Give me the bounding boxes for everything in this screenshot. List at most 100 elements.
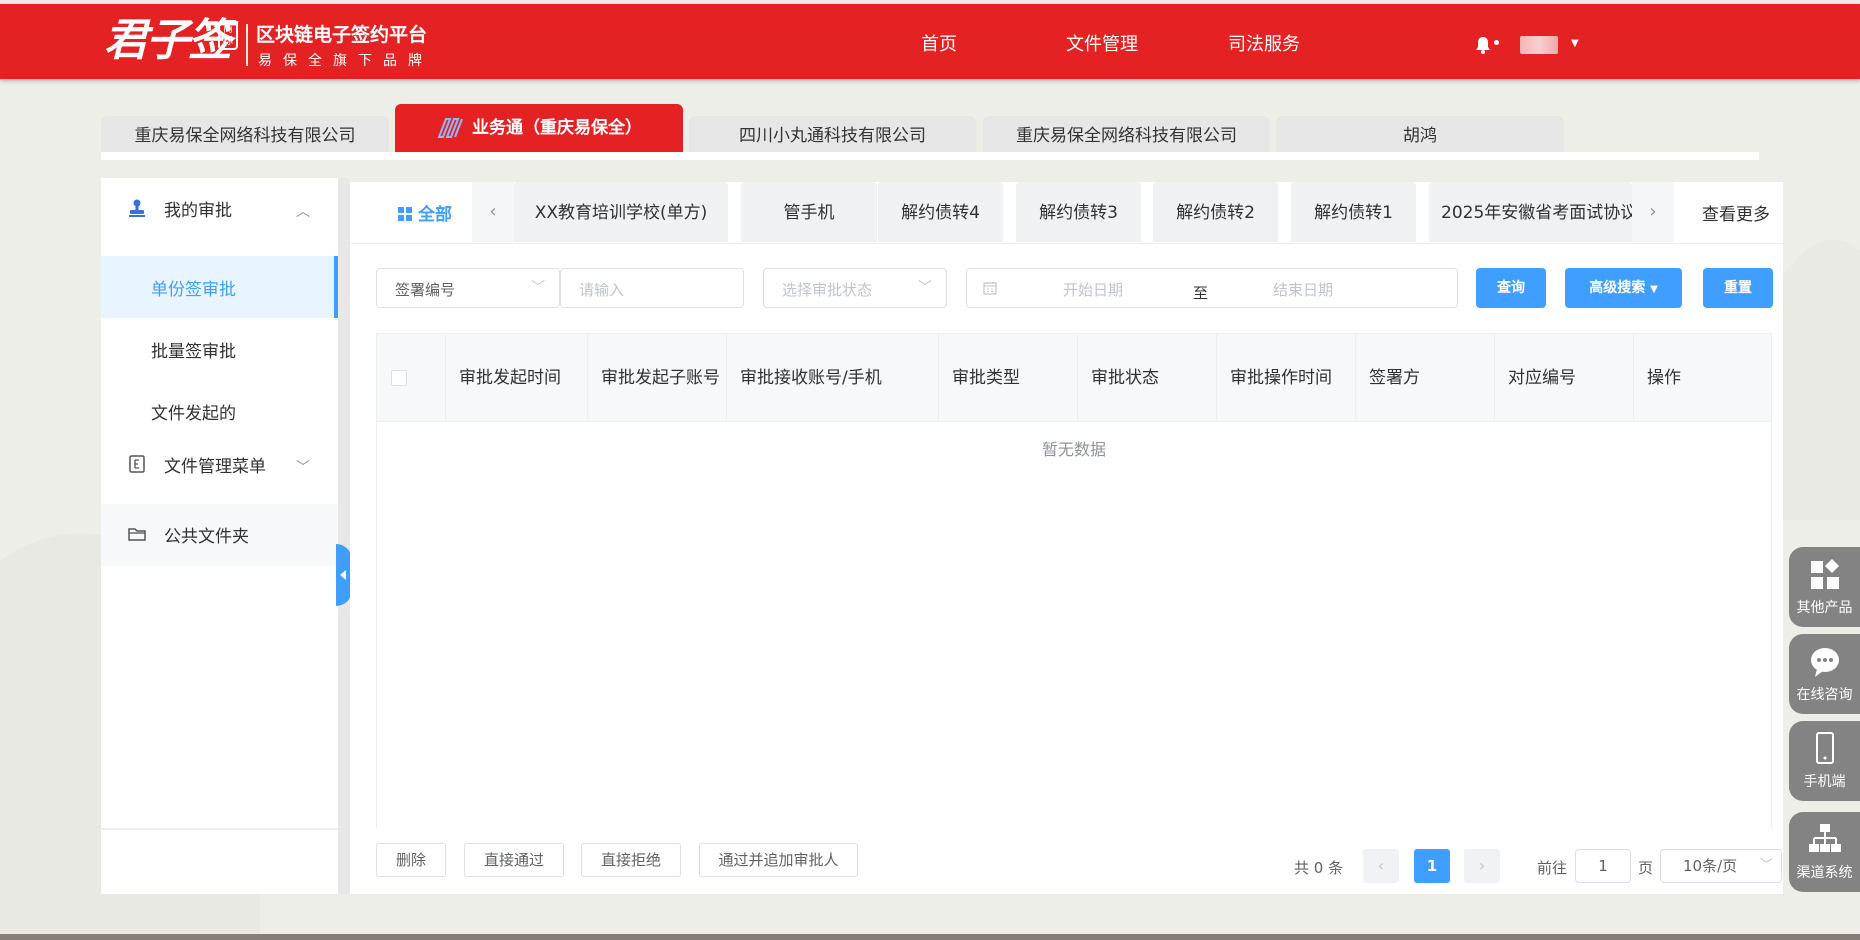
end-date-input[interactable]: 结束日期 [1273,279,1333,300]
chevron-down-icon: ﹀ [1759,858,1773,873]
user-avatar[interactable] [1520,36,1558,54]
brand-subtitle: 易保全旗下品牌 [258,53,433,69]
chevron-down-icon: ﹀ [296,460,310,476]
menu-public-folder[interactable]: 公共文件夹 [101,504,338,566]
column-header[interactable]: 审批发起子账号 [588,334,727,422]
sidebar-bottom-divider [101,828,338,830]
caret-down-icon: ▼ [1650,284,1658,295]
column-header[interactable]: 审批发起时间 [446,334,588,422]
reject-button[interactable]: 直接拒绝 [581,843,681,877]
grid-icon [398,207,412,221]
chevron-down-icon: ﹀ [531,280,545,296]
category-prev-arrow-icon[interactable]: ‹ [472,182,514,242]
goto-label: 前往 [1537,859,1568,877]
approve-button[interactable]: 直接通过 [464,843,564,877]
column-header[interactable]: 操作 [1634,334,1771,422]
tabs-underline [101,152,1759,160]
menu-file-management-label: 文件管理菜单 [164,457,266,477]
bottom-strip [0,934,1860,940]
apps-icon [1811,559,1839,589]
online-consult-button[interactable]: 在线咨询 [1789,634,1860,714]
nav-file-management[interactable]: 文件管理 [1066,30,1138,56]
select-all-checkbox[interactable] [391,370,407,386]
network-icon [1809,824,1841,852]
yewutong-logo-icon [437,118,463,138]
prev-page-chevron-icon[interactable]: ‹ [1363,849,1399,883]
date-range-picker[interactable]: 开始日期 至 结束日期 [966,268,1458,308]
bell-icon[interactable] [1473,35,1493,55]
page-number-current[interactable]: 1 [1414,849,1450,883]
column-header[interactable]: 审批类型 [939,334,1078,422]
company-tab-4[interactable]: 重庆易保全网络科技有限公司 [983,116,1270,152]
stamp-icon [129,199,145,217]
column-header[interactable]: 审批接收账号/手机 [727,334,939,422]
menu-file-management[interactable]: 文件管理菜单 ﹀ [101,434,338,496]
user-menu-caret-icon[interactable]: ▼ [1571,38,1579,49]
category-chip[interactable]: 解约债转1 [1291,182,1416,242]
brand-seal: 商标 [218,20,238,50]
category-chip[interactable]: 解约债转4 [878,182,1003,242]
category-all[interactable]: 全部 [398,200,452,225]
menu-my-approvals[interactable]: 我的审批 ︿ [101,178,338,240]
notification-dot [1494,40,1499,45]
folder-icon [128,528,146,541]
table-footer [350,828,1783,894]
total-count: 共 0 条 [1294,859,1344,877]
field-type-select[interactable]: 签署编号 ﹀ [376,268,560,308]
select-all-cell [377,334,446,422]
category-chip[interactable]: XX教育培训学校(单方) [514,182,728,242]
mobile-icon [1816,732,1834,764]
column-header[interactable]: 审批状态 [1078,334,1217,422]
keyword-input[interactable]: 请输入 [560,268,744,308]
chevron-up-icon: ︿ [296,204,310,220]
status-select[interactable]: 选择审批状态 ﹀ [763,268,947,308]
advanced-search-button[interactable]: 高级搜索 ▼ [1565,268,1682,308]
channel-system-button[interactable]: 渠道系统 [1789,812,1860,892]
chat-icon [1811,648,1839,677]
delete-button[interactable]: 删除 [376,843,446,877]
page-unit-label: 页 [1638,859,1654,877]
submenu-batch-approval[interactable]: 批量签审批 [101,318,338,380]
column-header[interactable]: 对应编号 [1495,334,1634,422]
logo-divider [246,24,248,66]
nav-home[interactable]: 首页 [921,30,957,56]
brand-title: 区块链电子签约平台 [256,24,428,46]
category-next-arrow-icon[interactable]: › [1632,182,1674,242]
company-tab-5[interactable]: 胡鸿 [1276,116,1564,152]
company-tab-3[interactable]: 四川小丸通科技有限公司 [689,116,976,152]
date-range-separator: 至 [1193,284,1209,302]
approval-table: 审批发起时间 审批发起子账号 审批接收账号/手机 审批类型 审批状态 审批操作时… [376,333,1772,833]
nav-judicial-services[interactable]: 司法服务 [1228,30,1300,56]
page-size-select[interactable]: 10条/页 ﹀ [1660,849,1782,883]
document-icon [129,455,145,473]
calendar-icon [983,282,997,295]
category-chip[interactable]: 解约债转2 [1153,182,1278,242]
query-button[interactable]: 查询 [1476,268,1546,308]
next-page-chevron-icon[interactable]: › [1464,849,1500,883]
table-header: 审批发起时间 审批发起子账号 审批接收账号/手机 审批类型 审批状态 审批操作时… [377,334,1771,422]
menu-public-folder-label: 公共文件夹 [164,527,249,547]
category-chip[interactable]: 2025年安徽省考面试协议 [1429,182,1632,242]
sidebar: 我的审批 ︿ 单份签审批 批量签审批 文件发起的 文件管理菜单 ﹀ 公共文件夹 [101,178,338,894]
category-more-link[interactable]: 查看更多 [1702,200,1770,225]
column-header[interactable]: 审批操作时间 [1217,334,1356,422]
column-header[interactable]: 签署方 [1356,334,1495,422]
top-header: 君子签 商标 区块链电子签约平台 易保全旗下品牌 首页 文件管理 司法服务 ▼ [0,4,1860,79]
start-date-input[interactable]: 开始日期 [1063,279,1123,300]
approve-add-approver-button[interactable]: 通过并追加审批人 [699,843,858,877]
content-divider [338,178,350,894]
menu-my-approvals-label: 我的审批 [164,201,232,221]
category-chip[interactable]: 解约债转3 [1016,182,1141,242]
company-tab-2-active[interactable]: 业务通（重庆易保全） [395,104,683,152]
company-tab-1[interactable]: 重庆易保全网络科技有限公司 [101,116,389,152]
chevron-down-icon: ﹀ [918,280,932,296]
brand-logo[interactable]: 君子签 [104,16,232,66]
other-products-button[interactable]: 其他产品 [1789,547,1860,627]
reset-button[interactable]: 重置 [1703,268,1773,308]
category-chip[interactable]: 管手机 [741,182,877,242]
mobile-button[interactable]: 手机端 [1789,721,1860,801]
submenu-file-initiated[interactable]: 文件发起的 [101,380,338,442]
submenu-single-approval[interactable]: 单份签审批 [101,256,338,318]
goto-page-input[interactable]: 1 [1575,849,1631,883]
empty-state-text: 暂无数据 [1041,440,1106,459]
